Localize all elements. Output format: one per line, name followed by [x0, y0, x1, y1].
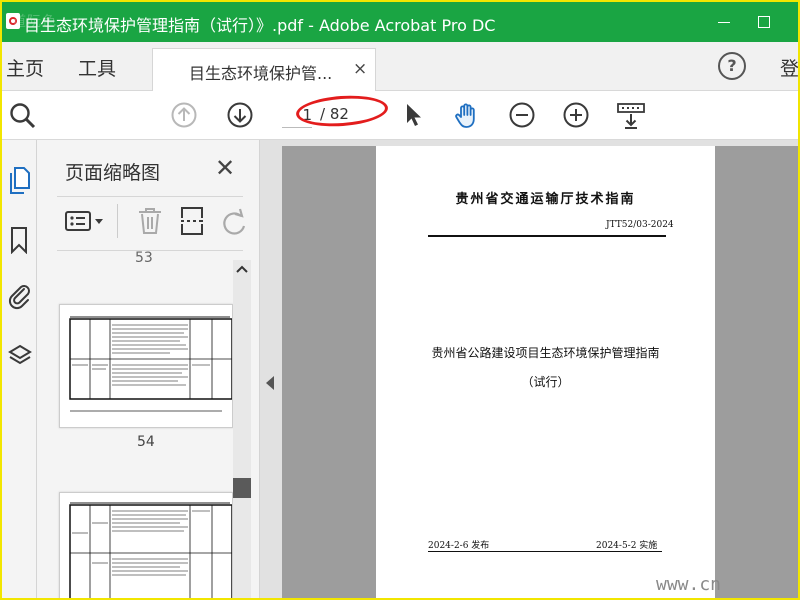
pdf-page: 贵州省交通运输厅技术指南 JTT52/03-2024 贵州省公路建设项目生态环境… [376, 146, 715, 598]
app-window: 道阮色 目生态环境保护管理指南（试行）》.pdf - Adobe Acrobat… [0, 0, 800, 600]
page-thumbnail[interactable] [59, 304, 233, 428]
tab-bar: 主页 工具 目生态环境保护管... × ? 登 [2, 42, 798, 92]
layers-icon[interactable] [8, 342, 32, 368]
options-icon[interactable] [65, 210, 107, 238]
thumbnail-scrollbar[interactable] [233, 260, 251, 598]
document-title: 贵州省公路建设项目生态环境保护管理指南 [431, 346, 660, 360]
pages-icon[interactable] [8, 166, 30, 194]
tab-document[interactable]: 目生态环境保护管... × [152, 48, 376, 92]
trash-icon[interactable] [137, 206, 163, 240]
close-tab-button[interactable]: × [353, 59, 367, 79]
sign-in-button[interactable]: 登 [780, 54, 798, 81]
panel-title: 页面缩略图 [65, 162, 161, 184]
search-icon[interactable] [8, 101, 36, 129]
header-rule [428, 235, 666, 237]
document-subtitle: （试行） [521, 375, 570, 389]
hand-icon[interactable] [452, 101, 480, 129]
attachment-icon[interactable] [8, 282, 30, 310]
scroll-mode-icon[interactable] [616, 101, 645, 129]
cursor-icon[interactable] [400, 101, 428, 129]
effective-date: 2024-5-2 实施 [596, 541, 658, 551]
panel-divider [57, 196, 243, 197]
zoom-in-icon[interactable] [562, 101, 590, 129]
toolbar: 1 / 82 [2, 91, 798, 140]
collapse-panel-icon[interactable] [266, 376, 274, 390]
document-tab-label: 目生态环境保护管... [189, 64, 333, 83]
window-title: 目生态环境保护管理指南（试行）》.pdf - Adobe Acrobat Pro… [24, 16, 496, 35]
rotate-icon[interactable] [221, 208, 247, 240]
tab-home[interactable]: 主页 [6, 54, 44, 81]
maximize-button[interactable] [750, 10, 778, 34]
close-panel-button[interactable]: ✕ [215, 154, 235, 182]
left-navigation-rail [2, 140, 37, 598]
title-bar: 道阮色 目生态环境保护管理指南（试行）》.pdf - Adobe Acrobat… [2, 2, 798, 42]
document-code: JTT52/03-2024 [606, 220, 674, 230]
scroll-up-icon[interactable] [236, 264, 248, 277]
zoom-out-icon[interactable] [508, 101, 536, 129]
site-watermark: www.cn [656, 574, 722, 595]
arrow-up-icon[interactable] [170, 101, 198, 129]
panel-toolbar [57, 202, 247, 242]
page-number-label: 54 [137, 434, 155, 450]
page-thumbnail[interactable] [59, 492, 233, 598]
thumbnail-panel: 页面缩略图 ✕ 53 54 [37, 140, 260, 598]
toolbar-divider [117, 204, 118, 238]
publish-date: 2024-2-6 发布 [428, 541, 490, 551]
document-view: 贵州省交通运输厅技术指南 JTT52/03-2024 贵州省公路建设项目生态环境… [260, 140, 798, 598]
document-header: 贵州省交通运输厅技术指南 [455, 192, 636, 207]
tab-tools[interactable]: 工具 [78, 54, 116, 81]
scrollbar-thumb[interactable] [233, 478, 251, 498]
footer-rule [428, 551, 662, 552]
arrow-down-icon[interactable] [226, 101, 254, 129]
bookmark-icon[interactable] [8, 226, 30, 255]
minimize-button[interactable] [710, 10, 738, 34]
partial-page-label: 53 [135, 250, 153, 266]
extract-icon[interactable] [179, 206, 205, 240]
help-icon[interactable]: ? [718, 52, 746, 80]
